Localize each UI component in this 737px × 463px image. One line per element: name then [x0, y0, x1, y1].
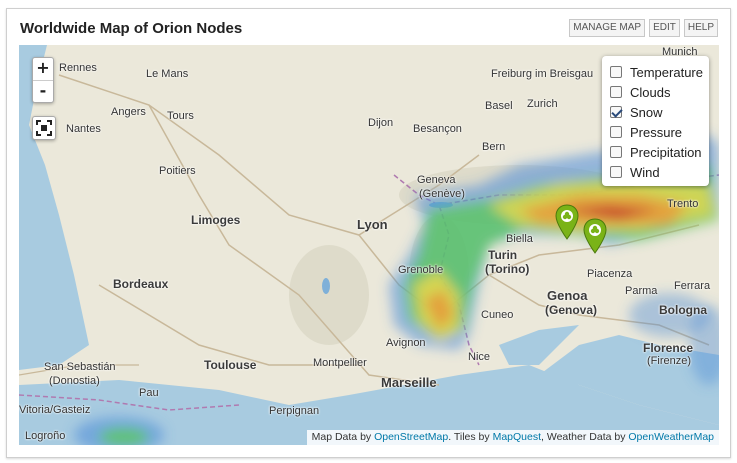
city-ferrara: Ferrara: [674, 280, 711, 292]
city-avignon: Avignon: [386, 337, 426, 349]
osm-link[interactable]: OpenStreetMap: [374, 431, 448, 443]
city-nice: Nice: [468, 351, 491, 363]
city-rennes: Rennes: [59, 62, 97, 74]
city-besancon: Besançon: [413, 123, 462, 135]
city-dijon: Dijon: [368, 117, 394, 129]
layer-switcher: Temperature Clouds Snow Pressure Precipitati…: [602, 56, 709, 186]
layer-checkbox[interactable]: [610, 86, 622, 98]
city-trento: Trento: [667, 198, 699, 210]
layer-option-clouds[interactable]: Clouds: [610, 82, 709, 102]
city-parma: Parma: [625, 285, 658, 297]
layer-label: Precipitation: [630, 144, 702, 160]
city-torino: (Torino): [485, 262, 530, 276]
zoom-in-button[interactable]: +: [33, 58, 53, 80]
city-marseille: Marseille: [381, 375, 437, 390]
city-lyon: Lyon: [357, 217, 388, 232]
layer-option-wind[interactable]: Wind: [610, 162, 709, 182]
layer-checkbox[interactable]: [610, 126, 622, 138]
city-piacenza: Piacenza: [587, 268, 633, 280]
city-pau: Pau: [139, 387, 159, 399]
zoom-out-button[interactable]: -: [33, 80, 53, 102]
city-grenoble: Grenoble: [398, 264, 444, 276]
layer-label: Snow: [630, 104, 663, 120]
city-poitiers: Poitiers: [159, 165, 196, 177]
help-button[interactable]: HELP: [683, 19, 718, 37]
city-geneva: Geneva: [417, 174, 456, 186]
city-limoges: Limoges: [191, 213, 241, 227]
city-bologna: Bologna: [659, 303, 707, 317]
layer-checkbox[interactable]: [610, 146, 622, 158]
city-tours: Tours: [167, 110, 194, 122]
layer-option-precipitation[interactable]: Precipitation: [610, 142, 709, 162]
city-toulouse: Toulouse: [204, 358, 257, 372]
attribution-text: Map Data by: [311, 431, 375, 443]
mapquest-link[interactable]: MapQuest: [493, 431, 541, 443]
city-angers: Angers: [111, 106, 146, 118]
layer-option-temperature[interactable]: Temperature: [610, 62, 709, 82]
city-vitoria: Vitoria/Gasteiz: [19, 404, 91, 416]
fullscreen-button[interactable]: [32, 116, 56, 140]
city-zurich: Zurich: [527, 98, 558, 110]
city-perpignan: Perpignan: [269, 405, 320, 417]
city-nantes: Nantes: [66, 123, 101, 135]
city-bern: Bern: [482, 141, 506, 153]
map-attribution: Map Data by OpenStreetMap. Tiles by MapQ…: [306, 430, 719, 445]
manage-map-button[interactable]: MANAGE MAP: [569, 19, 646, 37]
city-freiburg: Freiburg im Breisgau: [491, 68, 594, 80]
city-donostia: (Donostia): [49, 375, 100, 387]
layer-option-snow[interactable]: Snow: [610, 102, 709, 122]
city-le-mans: Le Mans: [146, 68, 189, 80]
city-montpellier: Montpellier: [313, 357, 367, 369]
layer-label: Pressure: [630, 124, 683, 140]
layer-label: Wind: [630, 164, 660, 180]
city-florence: Florence: [643, 341, 694, 355]
layer-label: Clouds: [630, 84, 671, 100]
city-turin: Turin: [488, 248, 518, 262]
map-panel: Worldwide Map of Orion Nodes MANAGE MAP …: [6, 8, 731, 458]
header-buttons: MANAGE MAP EDIT HELP: [569, 19, 718, 37]
city-genoa: Genoa: [547, 288, 588, 303]
layer-label: Temperature: [630, 64, 703, 80]
node-marker-1[interactable]: [554, 204, 580, 240]
attribution-text: . Tiles by: [448, 431, 493, 443]
node-marker-2[interactable]: [582, 218, 608, 254]
fullscreen-icon: [36, 120, 52, 136]
city-geneve: (Genève): [419, 188, 465, 200]
map-view[interactable]: Rennes Le Mans Angers Tours Nantes Poiti…: [19, 45, 719, 445]
city-firenze: (Firenze): [647, 355, 692, 367]
city-biella: Biella: [506, 233, 533, 245]
panel-title: Worldwide Map of Orion Nodes: [20, 20, 243, 37]
layer-option-pressure[interactable]: Pressure: [610, 122, 709, 142]
city-san-sebastian: San Sebastián: [44, 361, 116, 373]
city-genova: (Genova): [545, 303, 598, 317]
attribution-text: , Weather Data by: [541, 431, 629, 443]
edit-button[interactable]: EDIT: [649, 19, 680, 37]
layer-checkbox[interactable]: [610, 66, 622, 78]
layer-checkbox[interactable]: [610, 166, 622, 178]
city-basel: Basel: [485, 100, 513, 112]
city-cuneo: Cuneo: [481, 309, 514, 321]
zoom-control: + -: [32, 57, 54, 103]
city-bordeaux: Bordeaux: [113, 277, 169, 291]
owm-link[interactable]: OpenWeatherMap: [628, 431, 714, 443]
city-logrono: Logroño: [25, 430, 66, 442]
layer-checkbox[interactable]: [610, 106, 622, 118]
